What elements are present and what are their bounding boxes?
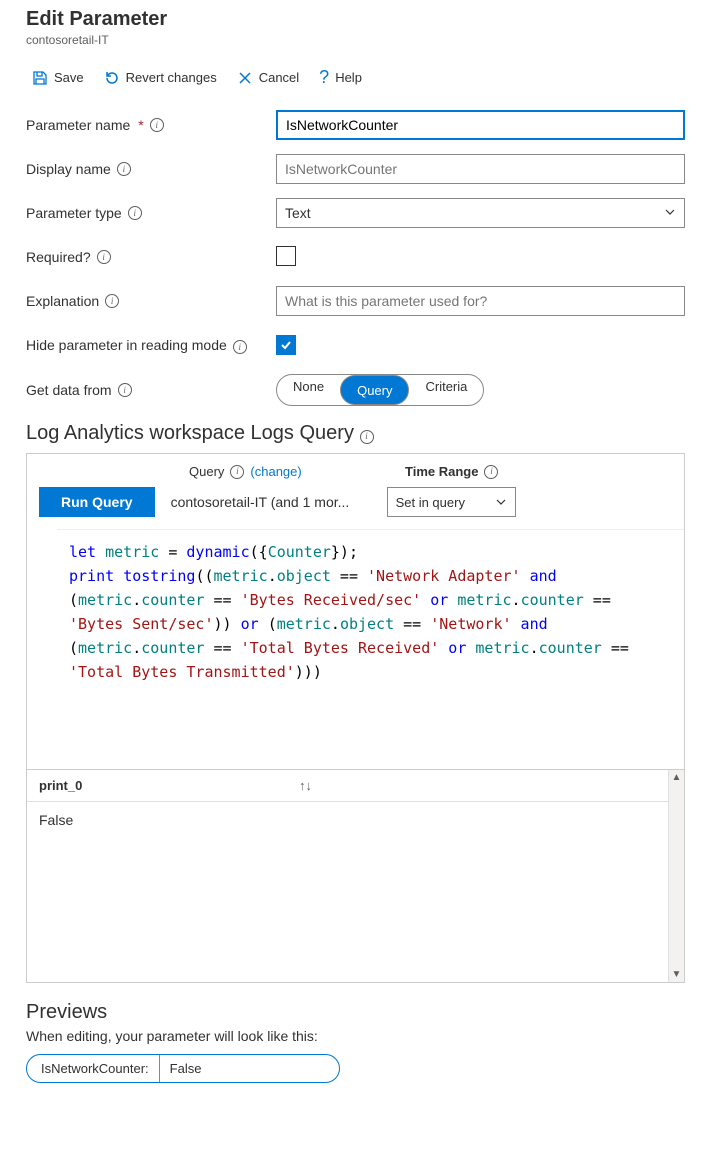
info-icon[interactable]: i [97, 250, 111, 264]
required-checkbox[interactable] [276, 246, 296, 266]
explanation-label: Explanation i [26, 293, 276, 309]
page-title: Edit Parameter [26, 8, 685, 31]
page-subtitle: contosoretail-IT [26, 33, 685, 47]
info-icon[interactable]: i [233, 340, 247, 354]
display-name-input[interactable] [276, 154, 685, 184]
info-icon[interactable]: i [150, 118, 164, 132]
toolbar: Save Revert changes Cancel ? Help [26, 63, 685, 92]
info-icon[interactable]: i [230, 465, 244, 479]
info-icon[interactable]: i [128, 206, 142, 220]
info-icon[interactable]: i [484, 465, 498, 479]
info-icon[interactable]: i [118, 383, 132, 397]
help-button[interactable]: ? Help [313, 63, 368, 92]
chevron-down-icon [495, 496, 507, 508]
cancel-label: Cancel [259, 70, 299, 85]
save-button[interactable]: Save [26, 66, 90, 90]
workspace-text: contosoretail-IT (and 1 mor... [171, 494, 371, 510]
required-label: Required? i [26, 249, 276, 265]
time-range-label: Time Range [405, 464, 478, 479]
preview-pill[interactable]: IsNetworkCounter: False [26, 1054, 340, 1083]
sort-icon[interactable]: ↑↓ [299, 778, 312, 793]
result-column[interactable]: print_0 [39, 778, 82, 793]
hide-param-label: Hide parameter in reading mode i [26, 336, 276, 354]
chevron-down-icon [664, 205, 676, 221]
preview-value[interactable]: False [159, 1055, 339, 1082]
param-type-select[interactable]: Text [276, 198, 685, 228]
result-value: False [39, 812, 73, 828]
results-panel: print_0 ↑↓ False ▲ ▼ [27, 769, 684, 982]
cancel-icon [237, 70, 253, 86]
param-name-input[interactable] [276, 110, 685, 140]
time-range-select[interactable]: Set in query [387, 487, 516, 517]
seg-criteria[interactable]: Criteria [409, 375, 483, 405]
change-link[interactable]: (change) [250, 464, 301, 479]
revert-icon [104, 70, 120, 86]
run-query-button[interactable]: Run Query [39, 487, 155, 517]
info-icon[interactable]: i [360, 430, 374, 444]
save-label: Save [54, 70, 84, 85]
previews-title: Previews [26, 1001, 685, 1024]
help-icon: ? [319, 67, 329, 88]
explanation-input[interactable] [276, 286, 685, 316]
get-data-label: Get data from i [26, 382, 276, 398]
scroll-up-icon[interactable]: ▲ [672, 770, 682, 785]
query-editor[interactable]: let metric = dynamic({Counter});print to… [57, 529, 684, 769]
display-name-label: Display name i [26, 161, 276, 177]
revert-label: Revert changes [126, 70, 217, 85]
save-icon [32, 70, 48, 86]
query-panel: Query i (change) Time Range i Run Query … [26, 453, 685, 983]
info-icon[interactable]: i [117, 162, 131, 176]
cancel-button[interactable]: Cancel [231, 66, 305, 90]
get-data-segmented: None Query Criteria [276, 374, 484, 406]
preview-label: IsNetworkCounter: [27, 1055, 159, 1082]
scroll-down-icon[interactable]: ▼ [672, 967, 682, 982]
help-label: Help [335, 70, 362, 85]
param-name-label: Parameter name* i [26, 117, 276, 133]
seg-none[interactable]: None [277, 375, 340, 405]
info-icon[interactable]: i [105, 294, 119, 308]
scrollbar[interactable]: ▲ ▼ [668, 770, 684, 982]
previews-desc: When editing, your parameter will look l… [26, 1028, 685, 1044]
param-type-label: Parameter type i [26, 205, 276, 221]
query-label: Query [189, 464, 224, 479]
revert-button[interactable]: Revert changes [98, 66, 223, 90]
seg-query[interactable]: Query [340, 375, 409, 405]
hide-param-checkbox[interactable] [276, 335, 296, 355]
query-section-title: Log Analytics workspace Logs Query i [26, 422, 685, 445]
